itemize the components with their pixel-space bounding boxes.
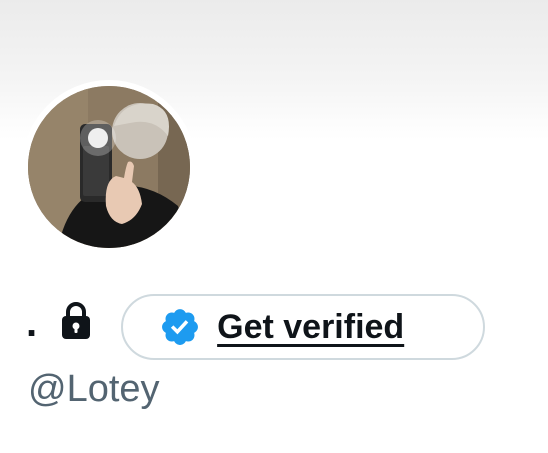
- display-name: .: [26, 301, 38, 345]
- avatar-image: [28, 86, 190, 248]
- avatar[interactable]: [22, 80, 196, 254]
- lock-icon: [62, 302, 91, 339]
- avatar-photo: [28, 86, 190, 248]
- verified-badge-icon: [162, 309, 199, 345]
- get-verified-label: Get verified: [217, 307, 405, 346]
- profile-name-row: . Get verified: [26, 292, 486, 362]
- get-verified-button[interactable]: Get verified: [121, 294, 486, 360]
- profile-handle: @Lotey: [28, 368, 160, 410]
